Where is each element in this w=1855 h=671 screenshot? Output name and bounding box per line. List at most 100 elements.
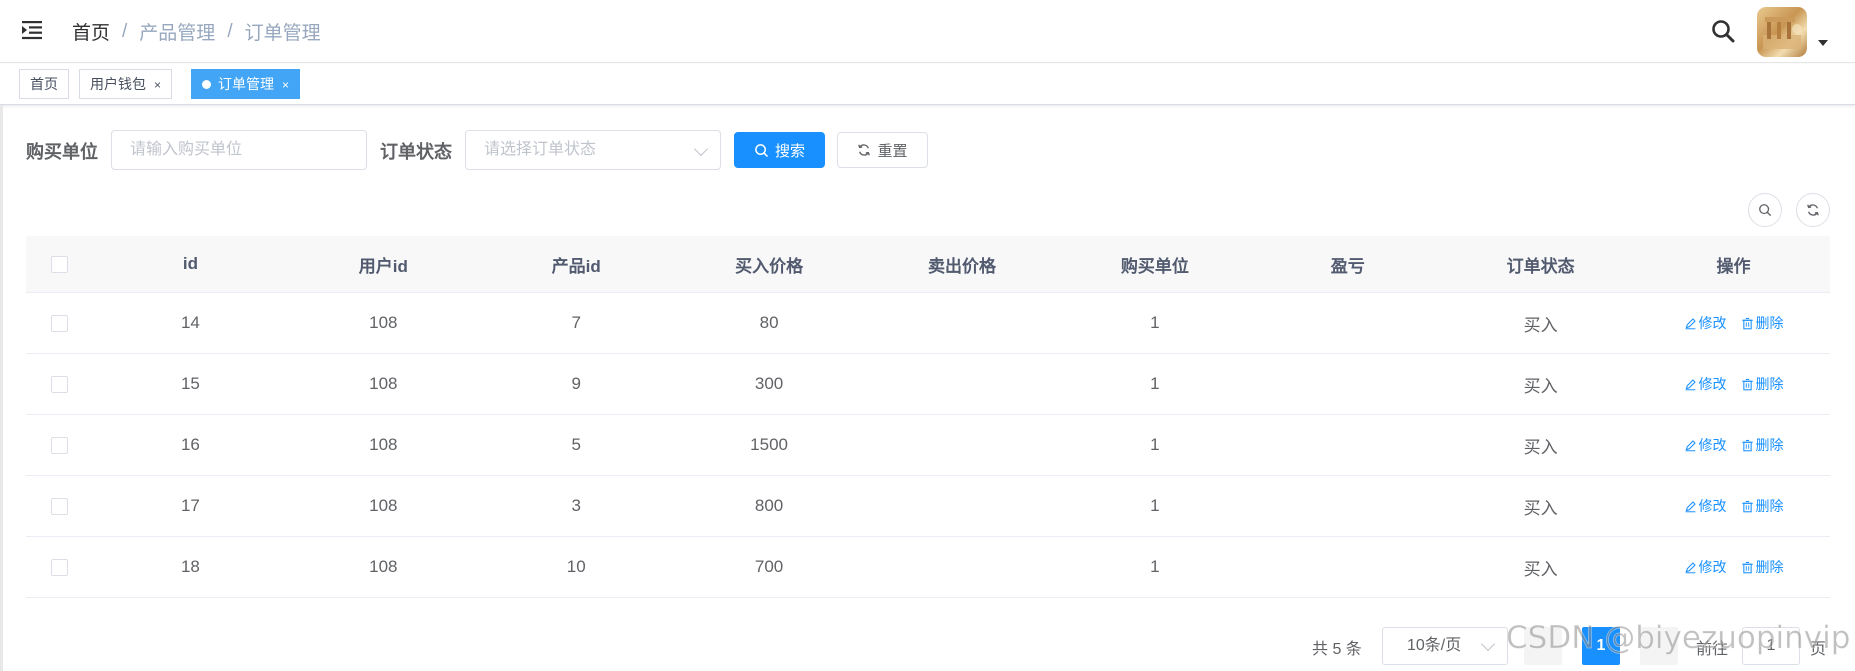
goto-page-input[interactable]: 1 (1742, 627, 1800, 665)
row-select-cell (26, 537, 94, 597)
row-checkbox[interactable] (51, 436, 69, 454)
row-actions-cell: 修改 删除 (1637, 415, 1830, 475)
search-button[interactable]: 搜索 (734, 132, 825, 168)
tag-label: 首页 (30, 76, 58, 92)
edit-label: 修改 (1698, 376, 1727, 392)
breadcrumb-home[interactable]: 首页 (72, 18, 110, 45)
table-cell-id: 16 (180, 435, 200, 454)
page-suffix-label: 页 (1810, 641, 1827, 658)
chevron-down-icon (1480, 636, 1496, 652)
table-cell-product-id: 7 (571, 313, 581, 332)
order-status-select[interactable]: 请选择订单状态 (465, 130, 721, 170)
breadcrumb-separator: / (227, 20, 233, 42)
edit-icon (1685, 500, 1696, 512)
tag-home[interactable]: 首页 (19, 69, 69, 99)
delete-button[interactable]: 删除 (1741, 557, 1784, 577)
tag-label: 用户钱包 (90, 76, 146, 92)
purchase-unit-input[interactable]: 请输入购买单位 (111, 130, 367, 170)
edit-label: 修改 (1698, 498, 1727, 514)
prev-page-button[interactable] (1524, 627, 1562, 665)
breadcrumb-order-management: 订单管理 (244, 23, 321, 44)
edit-icon (1685, 378, 1696, 390)
table-cell-status: 买入 (1523, 376, 1558, 396)
delete-button[interactable]: 删除 (1741, 435, 1784, 455)
row-checkbox[interactable] (51, 497, 69, 515)
reset-button[interactable]: 重置 (837, 132, 928, 168)
search-icon[interactable] (1710, 18, 1736, 44)
edit-label: 修改 (1698, 559, 1727, 575)
table-cell-user-id: 108 (369, 557, 398, 576)
edit-button[interactable]: 修改 (1684, 496, 1727, 516)
table-cell-unit: 1 (1150, 374, 1160, 393)
order-status-placeholder: 请选择订单状态 (484, 141, 597, 158)
edit-icon (1685, 439, 1696, 451)
refresh-icon (858, 144, 871, 156)
user-avatar[interactable] (1757, 7, 1807, 57)
table-cell-user-id: 108 (369, 496, 398, 515)
delete-button[interactable]: 删除 (1741, 313, 1784, 333)
edit-icon (1685, 561, 1696, 573)
avatar-dropdown-caret-icon[interactable] (1818, 40, 1828, 46)
table-cell-profit (1251, 537, 1444, 597)
table-cell-product-id: 3 (571, 496, 581, 515)
table-cell-buy-price: 700 (754, 557, 784, 576)
refresh-icon (1807, 204, 1819, 216)
table-row: 15 108 9 300 1 买入 修改 删除 (26, 354, 1830, 415)
table-cell-unit: 1 (1150, 435, 1160, 454)
edit-button[interactable]: 修改 (1684, 557, 1727, 577)
tag-order-management[interactable]: 订单管理 × (191, 69, 301, 99)
table-row: 18 108 10 700 1 买入 修改 删除 (26, 537, 1830, 598)
table-cell-user-id: 108 (369, 374, 398, 393)
tags-view-bar: 首页 用户钱包 × 订单管理 × (0, 64, 1855, 105)
column-header: id (182, 254, 198, 273)
page-number-current[interactable]: 1 (1582, 627, 1620, 665)
table-cell-status: 买入 (1523, 498, 1558, 518)
table-cell-profit (1251, 293, 1444, 353)
tag-label: 订单管理 (218, 76, 274, 92)
refresh-table-button[interactable] (1796, 193, 1830, 227)
table-cell-status: 买入 (1523, 315, 1558, 335)
toggle-search-button[interactable] (1748, 193, 1782, 227)
hamburger-menu-icon[interactable] (20, 18, 44, 42)
header-select-all-cell (26, 236, 94, 292)
column-header: 订单状态 (1506, 256, 1575, 276)
row-actions-cell: 修改 删除 (1637, 537, 1830, 597)
purchase-unit-label: 购买单位 (26, 142, 98, 162)
top-navbar: 首页 / 产品管理 / 订单管理 (0, 0, 1855, 63)
row-checkbox[interactable] (51, 314, 69, 332)
edit-button[interactable]: 修改 (1684, 435, 1727, 455)
tag-close-icon[interactable]: × (282, 78, 289, 92)
pagination-total: 共 5 条 (1312, 641, 1362, 658)
table-cell-buy-price: 800 (754, 496, 784, 515)
table-cell-buy-price: 80 (759, 313, 779, 332)
table-cell-id: 17 (180, 496, 200, 515)
table-row: 17 108 3 800 1 买入 修改 删除 (26, 476, 1830, 537)
table-cell-status: 买入 (1523, 437, 1558, 457)
column-header: 用户id (358, 256, 408, 276)
edit-button[interactable]: 修改 (1684, 374, 1727, 394)
edit-button[interactable]: 修改 (1684, 313, 1727, 333)
table-cell-product-id: 5 (571, 435, 581, 454)
delete-button[interactable]: 删除 (1741, 496, 1784, 516)
delete-icon (1741, 439, 1753, 451)
delete-button[interactable]: 删除 (1741, 374, 1784, 394)
column-header: 卖出价格 (927, 256, 996, 276)
row-checkbox[interactable] (51, 558, 69, 576)
table-cell-buy-price: 300 (754, 374, 784, 393)
table-row: 14 108 7 80 1 买入 修改 删除 (26, 293, 1830, 354)
tag-close-icon[interactable]: × (154, 78, 161, 92)
table-cell-buy-price: 1500 (750, 435, 788, 454)
select-all-checkbox[interactable] (51, 255, 69, 273)
orders-table: id 用户id 产品id 买入价格 卖出价格 购买单位 盈亏 订单状态 操作 1… (26, 236, 1830, 598)
table-header: id 用户id 产品id 买入价格 卖出价格 购买单位 盈亏 订单状态 操作 (26, 236, 1830, 293)
delete-label: 删除 (1755, 376, 1784, 392)
column-header: 盈亏 (1330, 256, 1365, 276)
row-checkbox[interactable] (51, 375, 69, 393)
edit-label: 修改 (1698, 437, 1727, 453)
row-select-cell (26, 293, 94, 353)
next-page-button[interactable] (1640, 627, 1678, 665)
tag-user-wallet[interactable]: 用户钱包 × (79, 69, 173, 99)
page-size-select[interactable]: 10条/页 (1382, 627, 1508, 665)
table-cell-id: 15 (180, 374, 200, 393)
delete-icon (1741, 317, 1753, 329)
